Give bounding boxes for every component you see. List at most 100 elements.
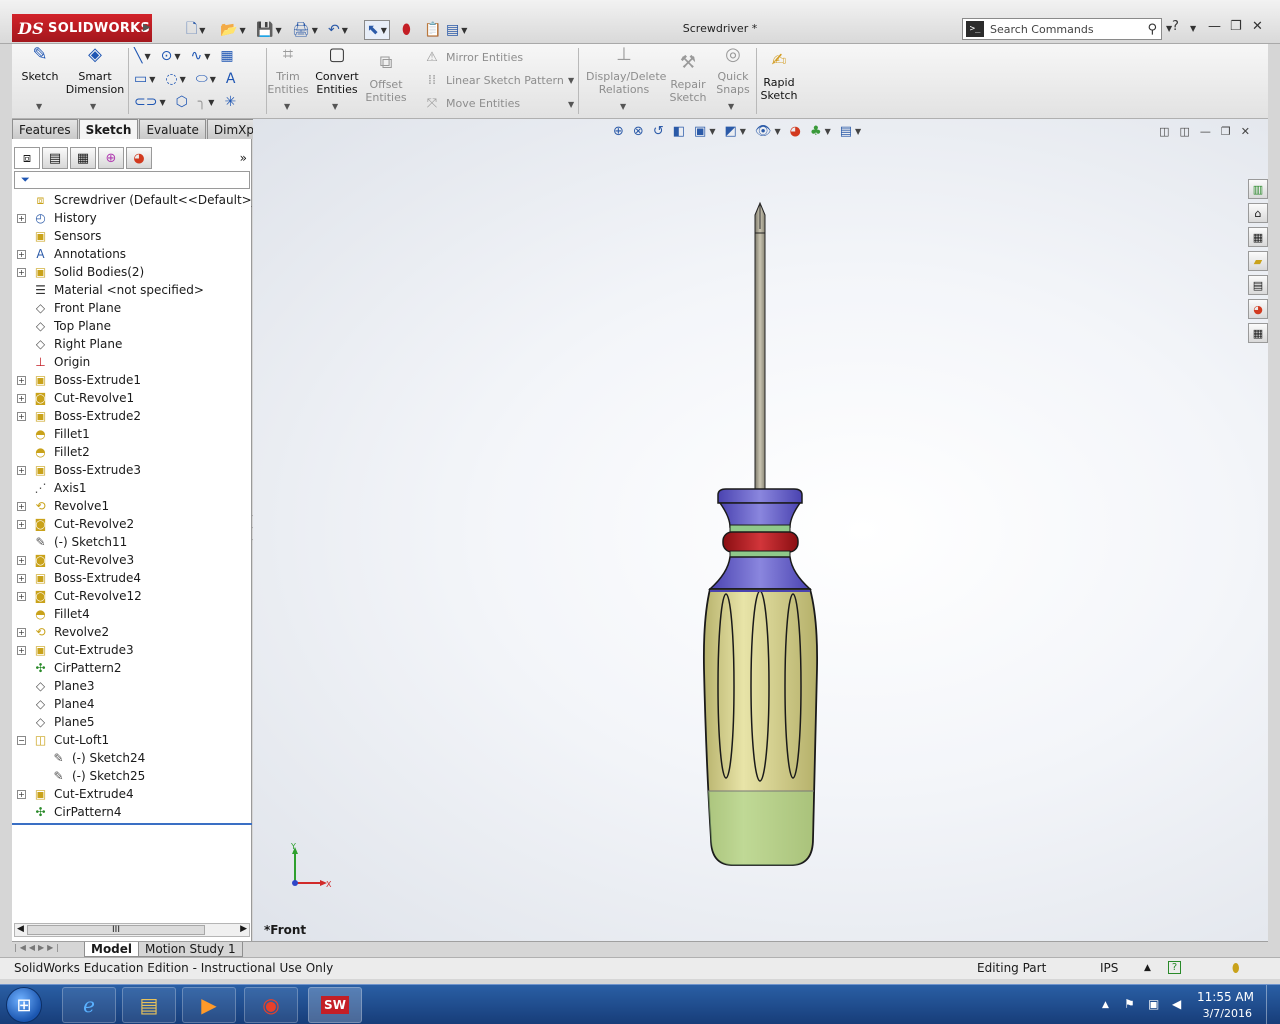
chevron-down-icon[interactable]: ▼ <box>36 102 42 111</box>
scrollbar-thumb[interactable]: III <box>27 925 205 935</box>
tree-item[interactable]: + ⟲ Revolve1 <box>12 497 252 515</box>
show-desktop-button[interactable] <box>1266 985 1280 1024</box>
tree-item[interactable]: + ◙ Cut-Revolve1 <box>12 389 252 407</box>
tab-evaluate[interactable]: Evaluate <box>139 119 206 139</box>
chevron-down-icon[interactable]: ▼ <box>620 102 626 111</box>
split-view-icon[interactable]: ◫ <box>1159 125 1169 138</box>
chevron-down-icon[interactable]: ▼ <box>144 52 150 61</box>
close-icon[interactable]: ✕ <box>1241 125 1250 138</box>
units-selector[interactable]: IPS <box>1100 961 1118 975</box>
chevron-down-icon[interactable]: ▼ <box>740 127 746 136</box>
expand-icon[interactable]: + <box>17 645 26 655</box>
tree-item[interactable]: ◇ Plane4 <box>12 695 252 713</box>
sketch-fillet-icon[interactable]: ╮ <box>198 94 206 110</box>
move-entities-button[interactable]: ⤧ Move Entities <box>424 96 520 111</box>
view-orientation-icon[interactable]: ▣ <box>694 124 706 139</box>
point-icon[interactable]: ✳ <box>224 94 236 110</box>
chevron-down-icon[interactable]: ▼ <box>204 52 210 61</box>
offset-entities-button[interactable]: ⧉ Offset Entities <box>364 54 408 105</box>
clock-date[interactable]: 3/7/2016 <box>1203 1007 1252 1020</box>
polygon-icon[interactable]: ⬡ <box>176 94 188 110</box>
motion-study-tab[interactable]: Motion Study 1 <box>138 942 243 957</box>
scroll-left-icon[interactable]: ◀ <box>17 924 24 934</box>
task-pane-home[interactable]: ⌂ <box>1248 203 1268 223</box>
close-icon[interactable]: ✕ <box>1252 19 1263 34</box>
screwdriver-model[interactable] <box>693 199 833 879</box>
tree-item[interactable]: + ▣ Boss-Extrude3 <box>12 461 252 479</box>
chevron-down-icon[interactable]: ▼ <box>568 100 574 109</box>
rectangle-icon[interactable]: ▭ <box>134 71 147 87</box>
taskbar-chrome[interactable]: ◉ <box>244 987 298 1023</box>
expand-icon[interactable]: + <box>17 627 26 637</box>
rapid-sketch-button[interactable]: ✍ Rapid Sketch <box>758 52 800 103</box>
tree-item[interactable]: + ◴ History <box>12 209 252 227</box>
open-button[interactable]: 📂 ▼ <box>220 20 246 40</box>
display-style-icon[interactable]: ◩ <box>724 124 736 139</box>
zoom-to-area-icon[interactable]: ⊗ <box>633 124 644 139</box>
chevron-down-icon[interactable]: ▼ <box>90 102 96 111</box>
task-pane-design-library[interactable]: ▦ <box>1248 227 1268 247</box>
tree-item[interactable]: ☰ Material <not specified> <box>12 281 252 299</box>
arc-icon[interactable]: ◌ <box>165 71 177 87</box>
minimize-icon[interactable]: — <box>1208 19 1221 34</box>
expand-icon[interactable]: + <box>17 267 26 277</box>
tree-item[interactable]: ◇ Front Plane <box>12 299 252 317</box>
tree-item[interactable]: + A Annotations <box>12 245 252 263</box>
task-pane-file-explorer[interactable]: ▰ <box>1248 251 1268 271</box>
edit-appearance-icon[interactable]: ◕ <box>790 124 801 139</box>
tree-item[interactable]: ◇ Top Plane <box>12 317 252 335</box>
tree-item[interactable]: + ▣ Boss-Extrude4 <box>12 569 252 587</box>
tree-item[interactable]: ✎ (-) Sketch24 <box>12 749 252 767</box>
task-pane-appearances[interactable]: ◕ <box>1248 299 1268 319</box>
hide-show-items-icon[interactable]: 👁 <box>755 124 772 139</box>
chevron-down-icon[interactable]: ▼ <box>210 75 216 84</box>
repair-sketch-button[interactable]: ⚒ Repair Sketch <box>666 54 710 105</box>
taskbar-media-player[interactable]: ▶ <box>182 987 236 1023</box>
zoom-to-fit-icon[interactable]: ⊕ <box>613 124 624 139</box>
tree-item[interactable]: + ◙ Cut-Revolve3 <box>12 551 252 569</box>
save-button[interactable]: 💾 ▼ <box>256 20 282 40</box>
sketch-button[interactable]: ✎ Sketch <box>20 46 60 84</box>
feature-filter-input[interactable]: ⏷ <box>14 171 250 189</box>
tab-navigation-arrows[interactable]: |◀◀▶▶| <box>14 943 62 952</box>
circle-icon[interactable]: ⊙ <box>161 48 173 64</box>
property-manager-tab[interactable]: ▤ <box>42 147 68 169</box>
tree-item[interactable]: + ▣ Boss-Extrude2 <box>12 407 252 425</box>
chevron-down-icon[interactable]: ▼ <box>709 127 715 136</box>
network-icon[interactable]: ▣ <box>1148 997 1159 1011</box>
expand-icon[interactable]: + <box>17 501 26 511</box>
tab-sketch[interactable]: Sketch <box>78 119 139 139</box>
menu-expand-arrow-icon[interactable]: ▶ <box>143 22 151 33</box>
expand-icon[interactable]: + <box>17 789 26 799</box>
rebuild-button[interactable]: ⬮ <box>402 20 411 40</box>
rollback-bar[interactable] <box>12 823 252 825</box>
chevron-down-icon[interactable]: ▼ <box>1190 24 1196 33</box>
task-pane-resources[interactable]: ▥ <box>1248 179 1268 199</box>
restore-icon[interactable]: ❐ <box>1221 125 1231 138</box>
tree-item[interactable]: + ▣ Boss-Extrude1 <box>12 371 252 389</box>
undo-button[interactable]: ↶ ▼ <box>328 20 348 40</box>
slot-icon[interactable]: ⊂⊃ <box>134 94 157 110</box>
chevron-down-icon[interactable]: ▼ <box>774 127 780 136</box>
linear-sketch-pattern-button[interactable]: ⁞⁞ Linear Sketch Pattern <box>424 73 564 88</box>
tree-item[interactable]: ◓ Fillet1 <box>12 425 252 443</box>
help-icon[interactable]: ? <box>1168 961 1181 974</box>
spline-icon[interactable]: ∿ <box>190 48 202 64</box>
chevron-down-icon[interactable]: ▼ <box>208 98 214 107</box>
action-center-flag-icon[interactable]: ⚑ <box>1124 997 1135 1011</box>
horizontal-scrollbar[interactable]: ◀ III ▶ <box>14 923 250 937</box>
new-document-button[interactable]: 🗋 ▼ <box>186 20 205 40</box>
print-button[interactable]: 🖨 ▼ <box>292 20 318 40</box>
expand-icon[interactable]: + <box>17 519 26 529</box>
chevron-down-icon[interactable]: ▼ <box>381 26 387 35</box>
start-button[interactable]: ⊞ <box>6 987 42 1023</box>
select-button[interactable]: ⬉ ▼ <box>364 20 390 40</box>
chevron-down-icon[interactable]: ▼ <box>159 98 165 107</box>
chevron-down-icon[interactable]: ▼ <box>284 102 290 111</box>
graphics-area[interactable]: ⊕ ⊗ ↺ ◧ ▣▼ ◩▼ 👁▼ ◕ ♣▼ ▤▼ ◫ ◫ — ❐ ✕ <box>253 119 1268 941</box>
text-icon[interactable]: A <box>226 71 236 87</box>
expand-icon[interactable]: + <box>17 573 26 583</box>
taskbar-internet-explorer[interactable]: ℯ <box>62 987 116 1023</box>
line-icon[interactable]: ╲ <box>134 48 142 64</box>
quick-snaps-button[interactable]: ◎ Quick Snaps <box>712 46 754 97</box>
